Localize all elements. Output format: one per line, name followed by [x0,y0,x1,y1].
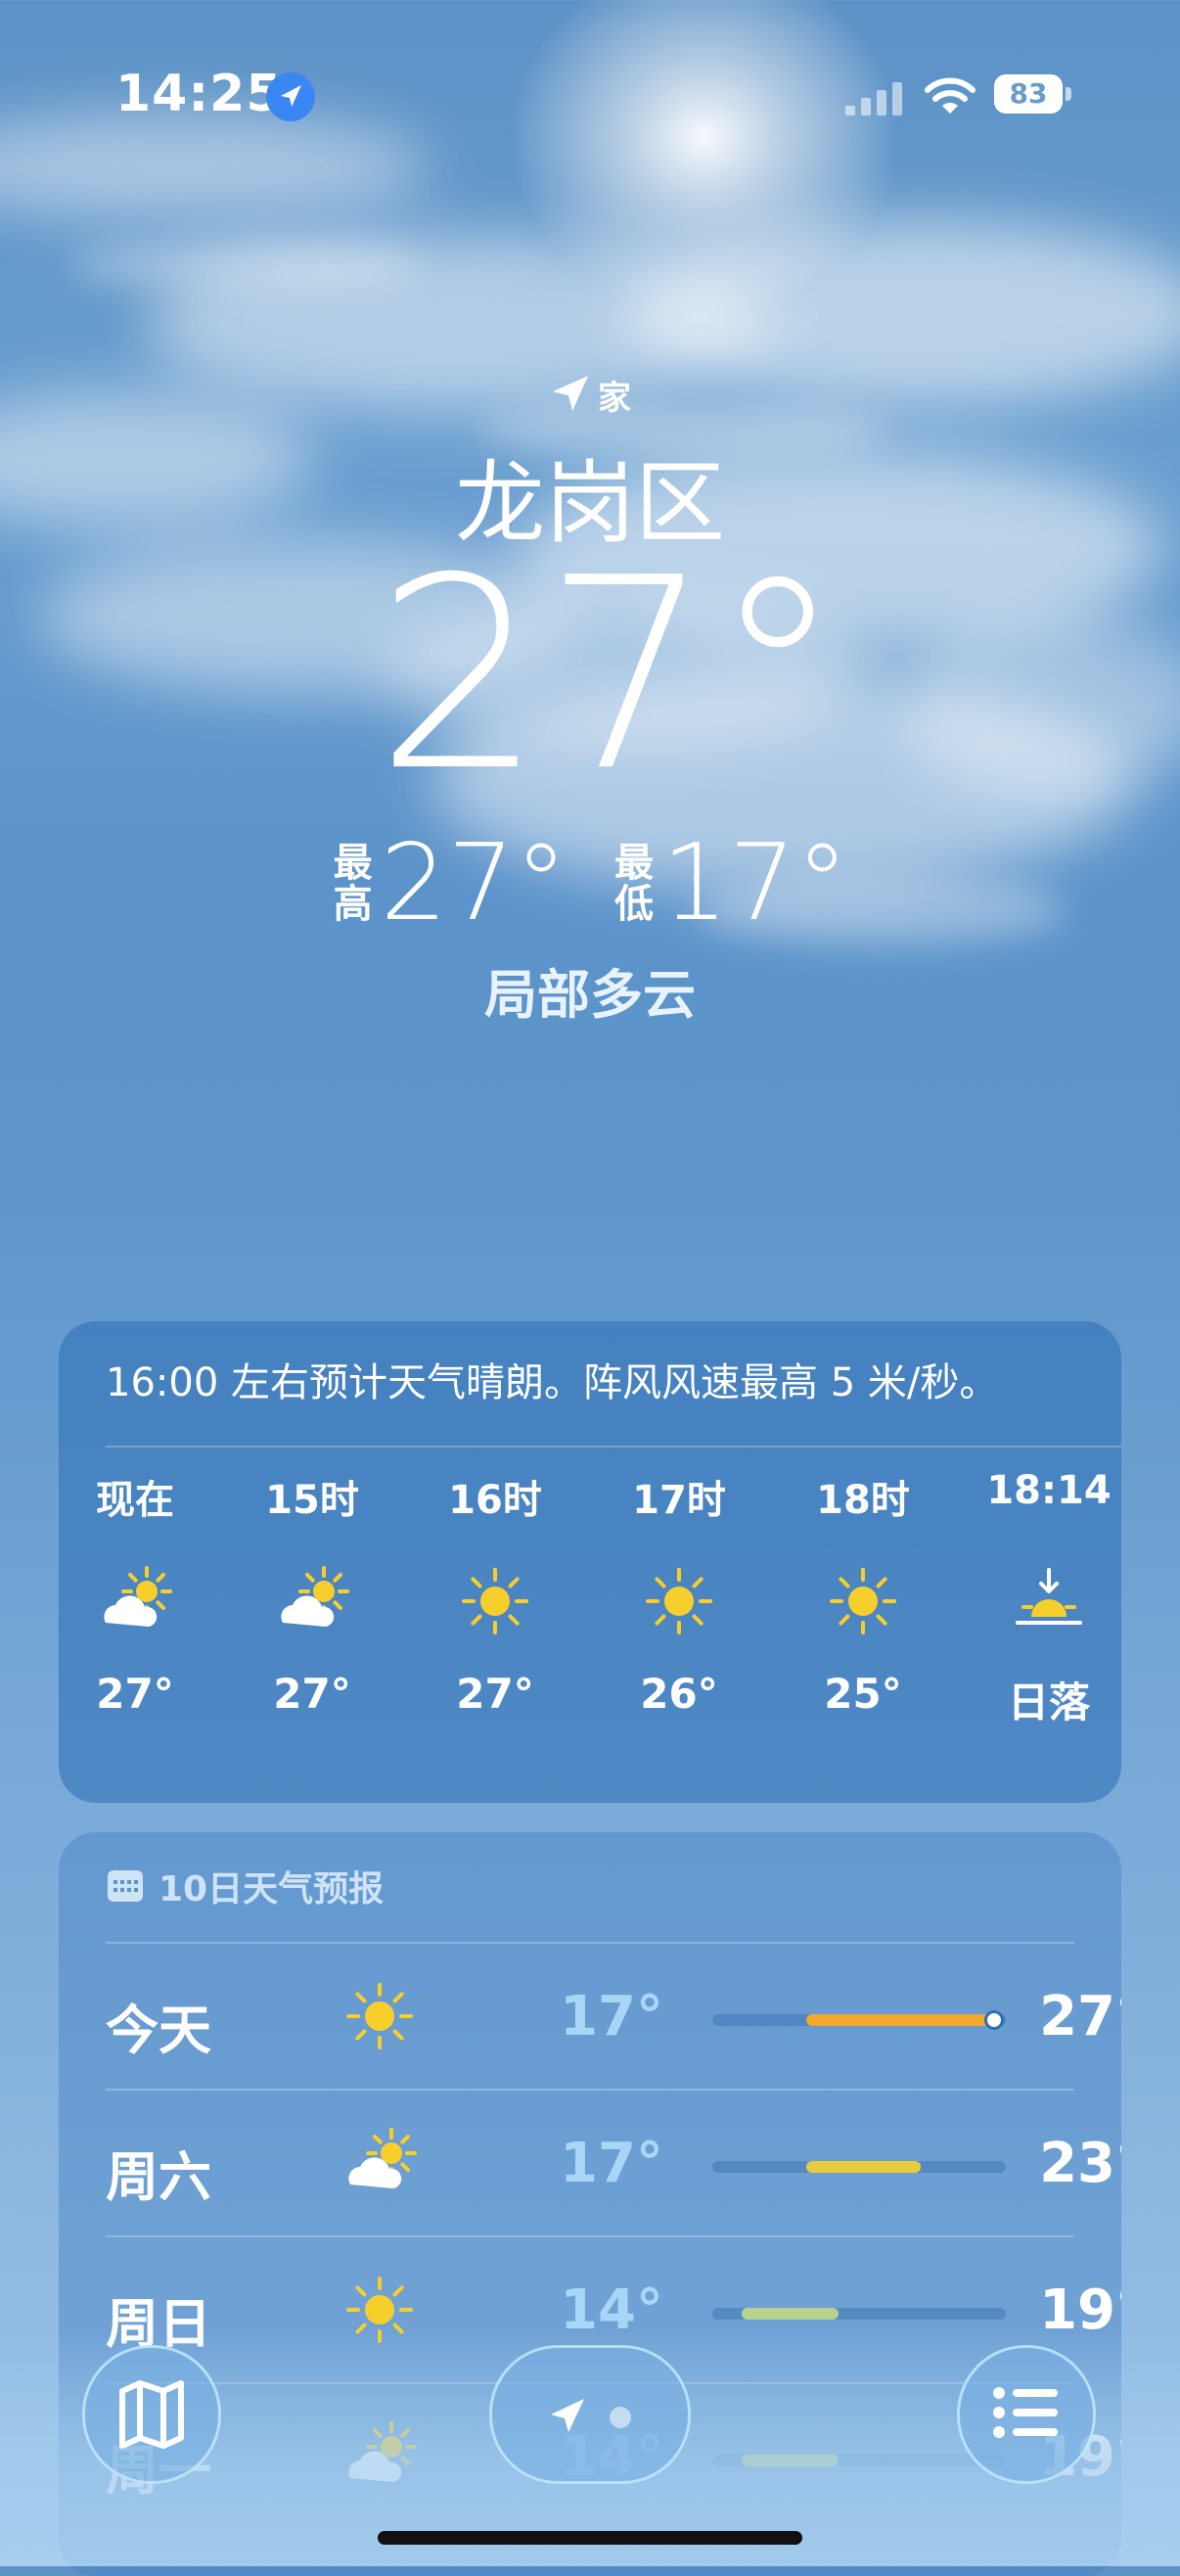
day-name: 今天 [106,2000,211,2061]
wifi-icon [925,77,976,114]
sunset-icon [1010,1562,1088,1640]
sun-icon [340,1977,419,2055]
hourly-item: 现在 27° [62,1468,208,1791]
forecast-summary: 16:00 左右预计天气晴朗。阵风风速最高 5 米/秒。 [106,1360,999,1405]
hour-temperature: 25° [824,1670,902,1718]
hourly-item: 17时 26° [606,1468,752,1791]
location-page-indicator[interactable] [489,2345,691,2484]
sun-icon [824,1562,902,1640]
status-bar: 14:25 83 [0,0,1180,186]
hour-temperature: 日落 [1007,1679,1090,1726]
status-time: 14:25 [115,65,283,123]
sun-icon [640,1562,718,1640]
battery-percent: 83 [1009,77,1048,110]
temperature-range-fill [806,2161,921,2173]
location-services-icon [266,72,315,121]
temperature-range-bar [712,2308,1006,2320]
sun-icon [456,1562,534,1640]
hour-temperature: 27° [456,1670,534,1718]
day-high: 23° [1039,2132,1121,2195]
high-low-temperatures: 最高 27° 最低 17° [0,822,1180,944]
daily-row[interactable]: 今天 17° 27° [106,1944,1121,2091]
high-temperature: 27° [380,822,567,944]
calendar-icon [108,1870,143,1902]
cellular-signal-icon [845,82,902,115]
current-temperature: 27° [375,521,844,829]
ten-day-header: 10日天气预报 [106,1862,384,1910]
ten-day-title: 10日天气预报 [159,1869,385,1909]
partly-cloudy-icon [273,1562,351,1640]
partly-cloudy-icon [340,2124,419,2202]
high-label: 最高 [333,840,373,927]
page-dot-icon [610,2407,631,2428]
low-label: 最低 [614,840,654,927]
hourly-item: 18:14 日落 [976,1468,1121,1791]
day-high: 27° [1039,1985,1121,2048]
temperature-range-bar [712,2014,1006,2026]
temperature-range-bar [712,2161,1006,2173]
hourly-item: 15时 27° [239,1468,386,1791]
weather-condition: 局部多云 [484,964,696,1026]
current-location-icon [551,2399,584,2432]
day-name: 周六 [106,2146,211,2208]
hour-label: 16时 [448,1478,542,1523]
map-icon [119,2380,184,2449]
home-label: 家 [598,378,631,418]
location-arrow-icon [553,376,588,411]
hour-label: 17时 [632,1478,726,1523]
hour-label: 18时 [816,1478,910,1523]
low-temperature: 17° [661,822,849,944]
hour-label: 现在 [96,1478,174,1523]
hourly-item: 16时 27° [422,1468,568,1791]
hourly-forecast-card[interactable]: 16:00 左右预计天气晴朗。阵风风速最高 5 米/秒。 现在 27° 15时 2… [59,1321,1121,1803]
day-low: 17° [560,1985,663,2048]
partly-cloudy-icon [96,1562,174,1640]
divider [106,1446,1121,1448]
home-indicator [378,2531,802,2545]
battery-icon: 83 [994,74,1072,114]
list-icon [993,2387,1058,2438]
day-low: 17° [560,2132,663,2195]
daily-row[interactable]: 周六 17° 23° [106,2091,1121,2237]
hour-label: 15时 [265,1478,359,1523]
hour-temperature: 27° [96,1670,174,1718]
map-button[interactable] [82,2345,221,2484]
home-location-row: 家 [0,370,1180,419]
hour-label: 18:14 [986,1468,1112,1513]
hour-temperature: 27° [273,1670,351,1718]
location-list-button[interactable] [957,2345,1096,2484]
hourly-item: 18时 25° [790,1468,936,1791]
hour-temperature: 26° [640,1670,718,1718]
temperature-range-fill [742,2308,839,2320]
